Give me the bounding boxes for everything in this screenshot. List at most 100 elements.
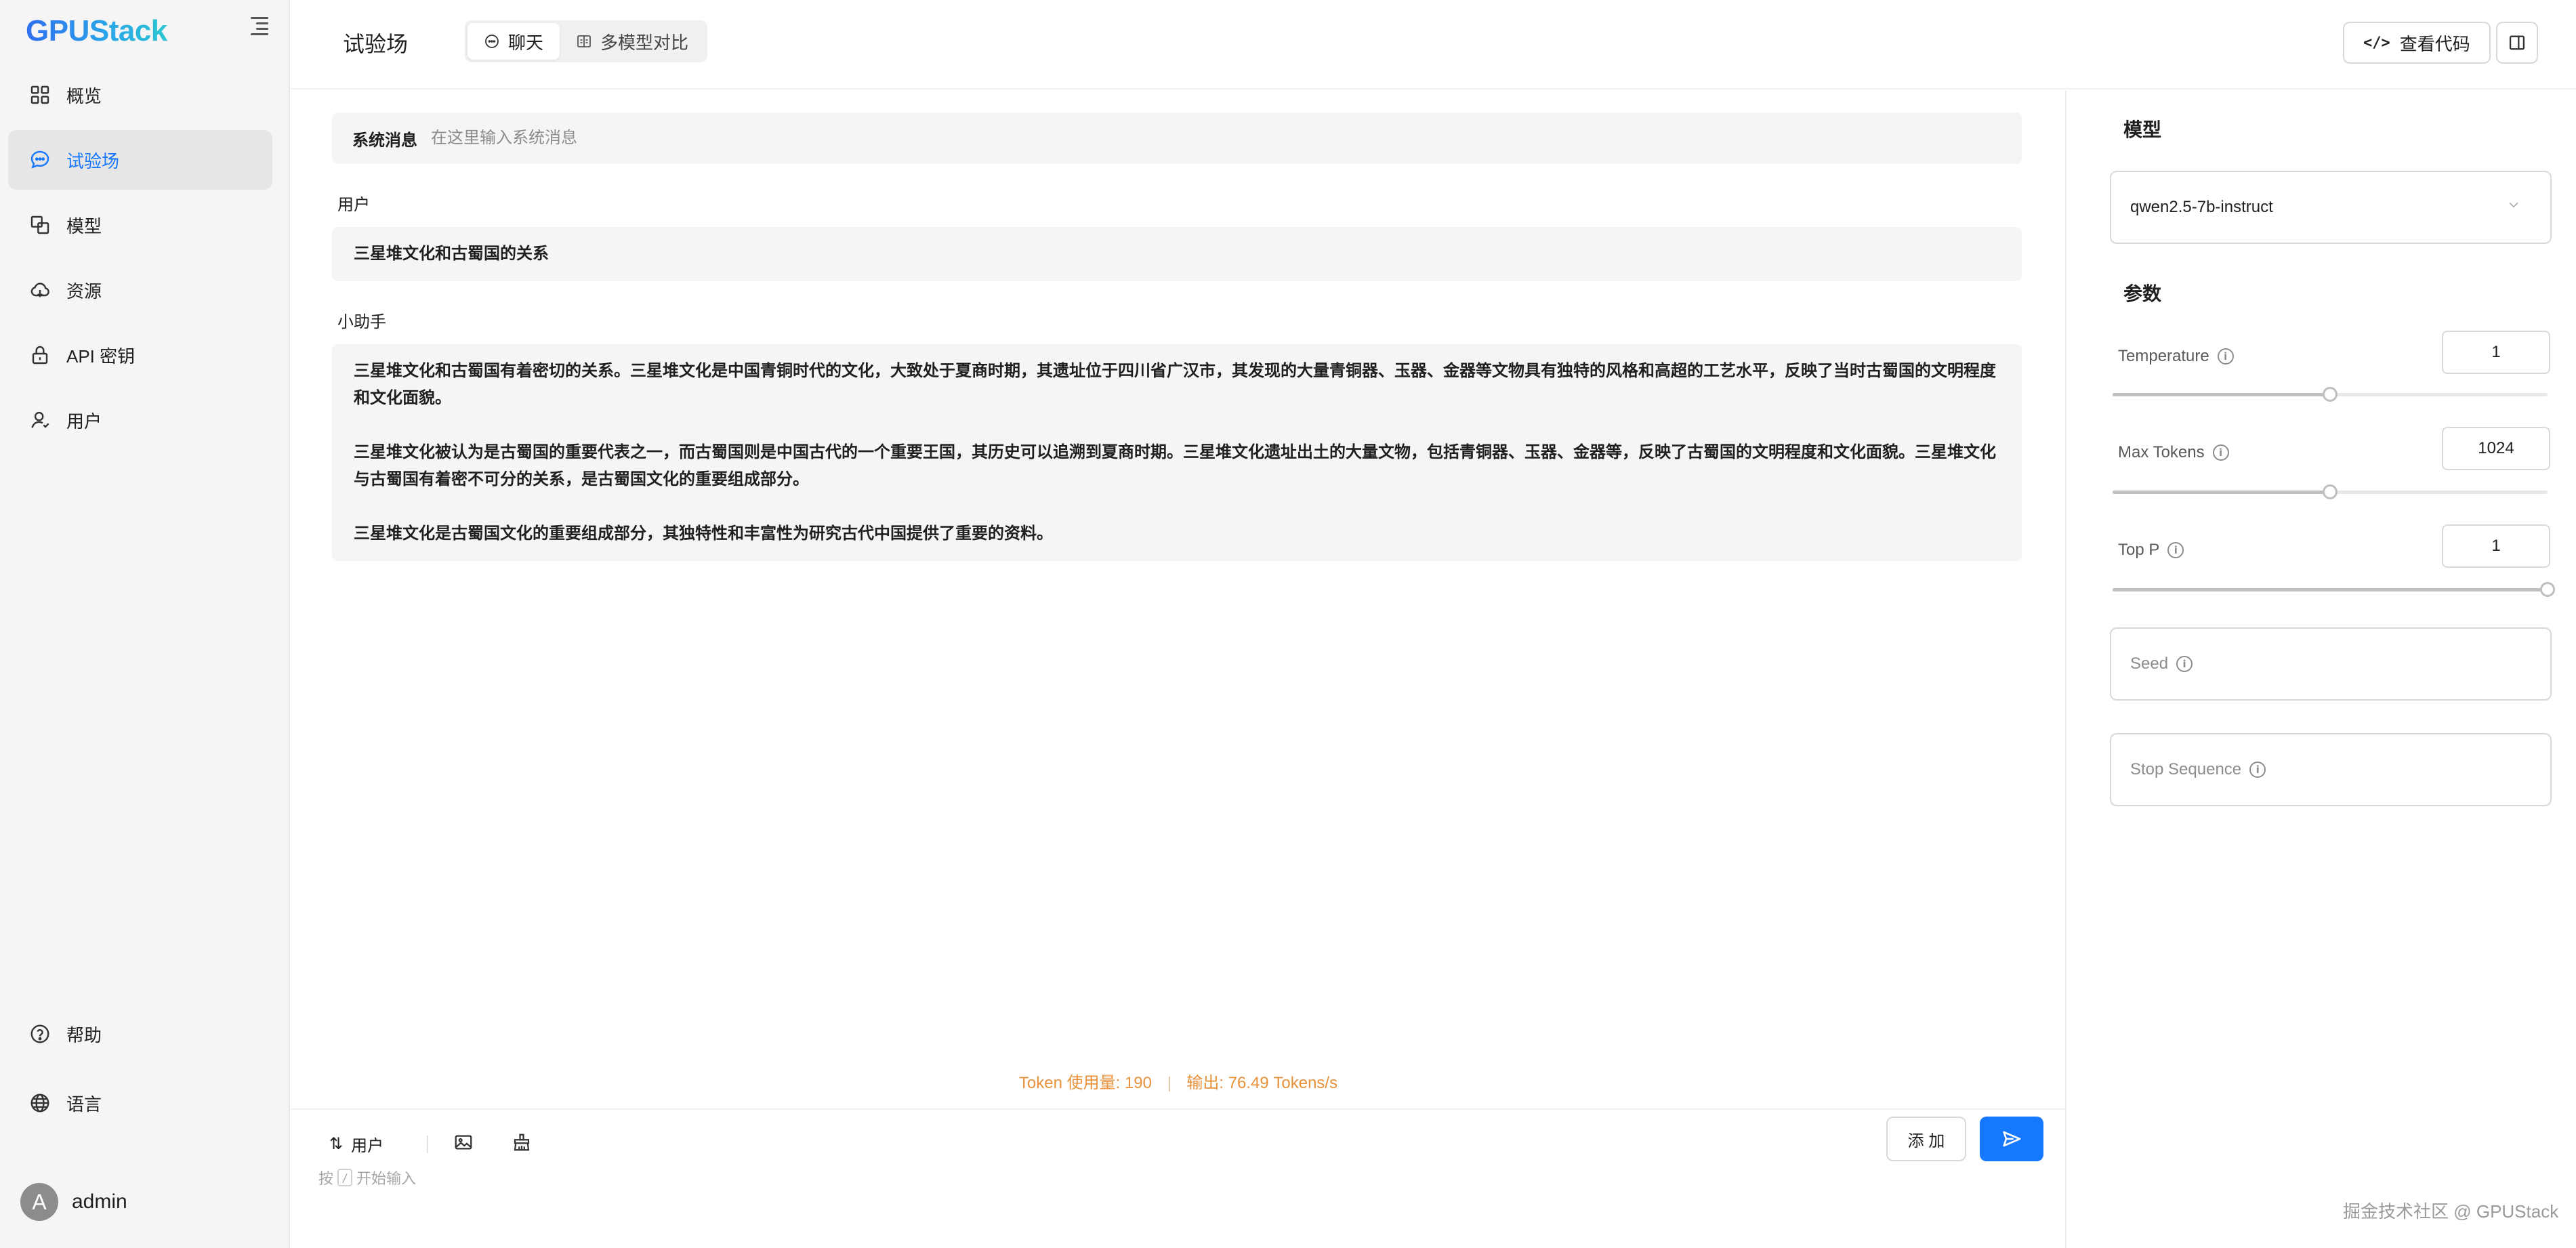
send-button[interactable] xyxy=(1980,1117,2043,1161)
system-message-input[interactable] xyxy=(431,129,1650,148)
message-input-bar: ⇅ 用户 按 / 开始输入 添 加 xyxy=(291,1108,2065,1248)
model-icon xyxy=(28,213,51,236)
user-message[interactable]: 三星堆文化和古蜀国的关系 xyxy=(332,227,2022,281)
stop-sequence-field[interactable]: Stop Sequence i xyxy=(2110,733,2552,806)
user-role-label: 用户 xyxy=(337,196,370,214)
stop-sequence-label: Stop Sequence xyxy=(2130,760,2242,778)
slash-key: / xyxy=(337,1169,353,1186)
compare-icon xyxy=(577,35,591,47)
image-upload-icon[interactable] xyxy=(451,1130,476,1155)
user-message-text: 三星堆文化和古蜀国的关系 xyxy=(354,245,549,263)
sidebar-item-playground[interactable]: 试验场 xyxy=(8,130,272,190)
tab-multi-model-compare[interactable]: 多模型对比 xyxy=(560,23,705,60)
info-icon[interactable]: i xyxy=(2249,762,2266,778)
param-label-text: Temperature xyxy=(2118,347,2209,365)
lock-icon xyxy=(28,344,51,367)
sidebar: GPUStack 概览 试验场 模型 资源 API 密钥 用户 帮助 语言 A … xyxy=(0,0,290,1248)
params-section-title: 参数 xyxy=(2123,283,2162,304)
sidebar-item-label: 帮助 xyxy=(66,1024,102,1045)
sidebar-item-overview[interactable]: 概览 xyxy=(8,65,272,125)
settings-panel: 模型 qwen2.5-7b-instruct 参数 Temperature i … xyxy=(2065,91,2576,1248)
assistant-role-label: 小助手 xyxy=(337,313,386,331)
avatar: A xyxy=(20,1183,58,1221)
hint-text: 开始输入 xyxy=(356,1170,417,1187)
info-icon[interactable]: i xyxy=(2176,656,2193,672)
slider-handle[interactable] xyxy=(2323,387,2338,402)
output-speed: 输出: 76.49 Tokens/s xyxy=(1186,1074,1338,1092)
tab-chat[interactable]: 聊天 xyxy=(468,23,560,60)
system-message-box[interactable]: 系统消息 xyxy=(332,112,2022,164)
top-p-input[interactable] xyxy=(2442,524,2550,568)
send-icon xyxy=(2003,1131,2021,1147)
slider-handle[interactable] xyxy=(2323,484,2338,499)
assistant-paragraph: 三星堆文化和古蜀国有着密切的关系。三星堆文化是中国青铜时代的文化，大致处于夏商时… xyxy=(354,362,1996,407)
hint-text: 按 xyxy=(318,1170,334,1187)
side-panel-icon xyxy=(2509,35,2525,50)
clear-icon[interactable] xyxy=(510,1130,534,1155)
sidebar-item-models[interactable]: 模型 xyxy=(8,195,272,255)
dashboard-icon xyxy=(28,83,51,106)
sidebar-item-label: 模型 xyxy=(66,215,102,236)
sidebar-bottom-nav: 帮助 语言 xyxy=(8,1005,272,1144)
system-message-label: 系统消息 xyxy=(352,131,417,150)
chat-bubble-icon xyxy=(28,148,51,171)
assistant-message[interactable]: 三星堆文化和古蜀国有着密切的关系。三星堆文化是中国青铜时代的文化，大致处于夏商时… xyxy=(332,344,2022,561)
sidebar-item-api-keys[interactable]: API 密钥 xyxy=(8,325,272,385)
info-icon[interactable]: i xyxy=(2212,444,2229,461)
swap-icon: ⇅ xyxy=(329,1134,344,1153)
divider xyxy=(1168,1076,1170,1091)
sidebar-item-language[interactable]: 语言 xyxy=(8,1075,272,1131)
username: admin xyxy=(72,1190,127,1213)
seed-label: Seed xyxy=(2130,654,2169,673)
collapse-sidebar-icon[interactable] xyxy=(251,15,272,37)
sidebar-nav: 概览 试验场 模型 资源 API 密钥 用户 xyxy=(8,65,272,455)
model-section-title: 模型 xyxy=(2123,119,2162,140)
slider-handle[interactable] xyxy=(2540,582,2555,597)
sidebar-item-help[interactable]: 帮助 xyxy=(8,1005,272,1062)
sidebar-item-label: 试验场 xyxy=(66,150,120,171)
page-title: 试验场 xyxy=(343,32,409,56)
temperature-input[interactable] xyxy=(2442,331,2550,374)
max-tokens-slider[interactable] xyxy=(2113,484,2548,500)
sidebar-item-resources[interactable]: 资源 xyxy=(8,260,272,320)
max-tokens-label: Max Tokens i xyxy=(2118,443,2229,462)
input-hint[interactable]: 按 / 开始输入 xyxy=(318,1167,416,1188)
sidebar-item-users[interactable]: 用户 xyxy=(8,390,272,450)
token-usage: Token 使用量: 190 xyxy=(1018,1074,1152,1092)
info-icon[interactable]: i xyxy=(2217,348,2234,365)
sidebar-item-label: 用户 xyxy=(66,411,102,432)
assistant-paragraph: 三星堆文化被认为是古蜀国的重要代表之一，而古蜀国则是中国古代的一个重要王国，其历… xyxy=(354,443,1996,488)
app-logo[interactable]: GPUStack xyxy=(26,11,167,51)
chat-icon xyxy=(485,35,499,48)
tab-label: 多模型对比 xyxy=(600,32,689,53)
cloud-icon xyxy=(28,278,51,301)
sidebar-item-label: 概览 xyxy=(66,85,102,106)
tab-label: 聊天 xyxy=(508,32,544,53)
role-switch-label: 用户 xyxy=(351,1136,384,1155)
model-select-value: qwen2.5-7b-instruct xyxy=(2130,198,2273,216)
temperature-slider[interactable] xyxy=(2113,386,2548,402)
assistant-paragraph: 三星堆文化是古蜀国文化的重要组成部分，其独特性和丰富性为研究古代中国提供了重要的… xyxy=(354,524,1053,543)
watermark: 掘金技术社区 @ GPUStack xyxy=(2343,1201,2559,1222)
sidebar-item-label: 语言 xyxy=(66,1094,102,1115)
info-icon[interactable]: i xyxy=(2167,542,2184,558)
add-button[interactable]: 添 加 xyxy=(1886,1117,1966,1161)
view-code-label: 查看代码 xyxy=(2399,33,2470,54)
globe-icon xyxy=(28,1091,51,1115)
chevron-down-icon xyxy=(2509,202,2518,208)
user-icon xyxy=(28,409,51,432)
role-switch-button[interactable]: ⇅ 用户 xyxy=(329,1127,383,1160)
model-select[interactable]: qwen2.5-7b-instruct xyxy=(2110,171,2552,244)
max-tokens-input[interactable] xyxy=(2442,427,2550,470)
code-icon: </> xyxy=(2363,34,2390,51)
toggle-panel-button[interactable] xyxy=(2496,22,2538,64)
view-code-button[interactable]: </> 查看代码 xyxy=(2343,22,2491,64)
user-menu[interactable]: A admin xyxy=(20,1183,127,1221)
seed-field[interactable]: Seed i xyxy=(2110,627,2552,701)
page-header: 试验场 聊天 多模型对比 </> 查看代码 xyxy=(291,0,2576,89)
param-label-text: Max Tokens xyxy=(2118,443,2205,461)
sidebar-item-label: API 密钥 xyxy=(66,346,136,367)
temperature-label: Temperature i xyxy=(2118,347,2234,366)
mode-tabs: 聊天 多模型对比 xyxy=(465,20,708,62)
top-p-slider[interactable] xyxy=(2113,581,2555,598)
